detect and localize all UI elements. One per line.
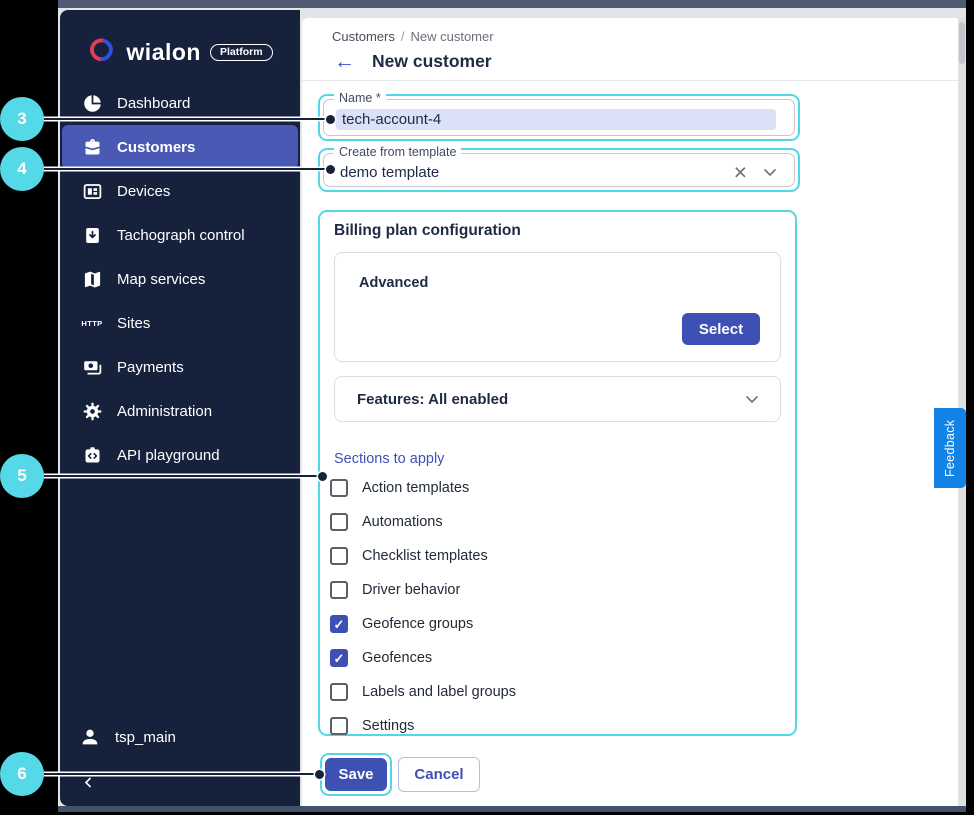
template-field-label: Create from template xyxy=(334,145,461,159)
features-label: Features: All enabled xyxy=(357,391,508,408)
http-icon: HTTP xyxy=(80,311,104,335)
features-accordion[interactable]: Features: All enabled xyxy=(334,376,781,422)
wialon-logo-icon xyxy=(87,37,117,67)
checkbox-action-templates[interactable]: ✓ Action templates xyxy=(330,471,770,505)
annotation-line-4 xyxy=(40,168,328,170)
sections-to-apply-label: Sections to apply xyxy=(334,451,444,467)
platform-badge: Platform xyxy=(210,44,273,61)
checkbox-labels-and-label-groups[interactable]: ✓ Labels and label groups xyxy=(330,675,770,709)
page-title: New customer xyxy=(372,51,492,72)
window-bottom-bar xyxy=(58,806,966,812)
dashboard-icon xyxy=(80,91,104,115)
sidebar-item-label: Payments xyxy=(117,359,184,376)
checkbox-icon: ✓ xyxy=(330,717,348,735)
annotation-marker-6: 6 xyxy=(0,752,44,796)
checkbox-automations[interactable]: ✓ Automations xyxy=(330,505,770,539)
sidebar-item-label: Tachograph control xyxy=(117,227,245,244)
checkbox-settings[interactable]: ✓ Settings xyxy=(330,709,770,743)
checkbox-icon: ✓ xyxy=(330,513,348,531)
api-code-icon xyxy=(80,443,104,467)
select-plan-button[interactable]: Select xyxy=(682,313,760,345)
tachograph-download-icon xyxy=(80,223,104,247)
sidebar-item-label: Map services xyxy=(117,271,205,288)
billing-plan-card: Advanced Select xyxy=(334,252,781,362)
template-selected-value: demo template xyxy=(340,164,734,181)
sidebar-item-label: Sites xyxy=(117,315,150,332)
annotation-marker-3: 3 xyxy=(0,97,44,141)
sidebar-item-payments[interactable]: Payments xyxy=(62,345,298,389)
sidebar-item-devices[interactable]: Devices xyxy=(62,169,298,213)
template-select-field[interactable]: Create from template demo template × xyxy=(323,153,795,187)
checkbox-checklist-templates[interactable]: ✓ Checklist templates xyxy=(330,539,770,573)
sections-checkbox-list: ✓ Action templates ✓ Automations ✓ Check… xyxy=(330,471,770,743)
map-icon xyxy=(80,267,104,291)
sidebar-item-sites[interactable]: HTTP Sites xyxy=(62,301,298,345)
checkbox-geofence-groups[interactable]: ✓ Geofence groups xyxy=(330,607,770,641)
checkbox-icon: ✓ xyxy=(330,683,348,701)
sidebar-user[interactable]: tsp_main xyxy=(78,722,176,752)
back-arrow-icon[interactable]: ← xyxy=(334,51,355,72)
name-field-label: Name * xyxy=(334,91,386,105)
checkbox-icon: ✓ xyxy=(330,581,348,599)
annotation-line-3 xyxy=(40,118,328,120)
chevron-down-icon xyxy=(742,389,762,409)
cancel-button[interactable]: Cancel xyxy=(398,757,480,792)
checkbox-icon: ✓ xyxy=(330,649,348,667)
window-top-bar xyxy=(58,0,966,8)
sidebar-item-label: Devices xyxy=(117,183,170,200)
sidebar-item-label: Dashboard xyxy=(117,95,190,112)
breadcrumb-separator: / xyxy=(401,29,405,44)
checkbox-geofences[interactable]: ✓ Geofences xyxy=(330,641,770,675)
person-icon xyxy=(78,725,102,749)
annotation-line-5 xyxy=(40,475,320,477)
annotation-marker-5: 5 xyxy=(0,454,44,498)
sidebar-item-label: Administration xyxy=(117,403,212,420)
scrollbar-thumb[interactable] xyxy=(959,22,965,64)
sidebar-item-administration[interactable]: Administration xyxy=(62,389,298,433)
checkbox-icon: ✓ xyxy=(330,615,348,633)
main-content: Customers / New customer ← New customer Na… xyxy=(302,18,958,806)
screenshot-stage: wialon Platform Dashboard Customers xyxy=(0,0,974,815)
name-input-value[interactable]: tech-account-4 xyxy=(336,109,776,130)
save-button[interactable]: Save xyxy=(325,758,387,791)
chevron-down-icon[interactable] xyxy=(760,162,780,182)
billing-plan-name: Advanced xyxy=(359,275,428,291)
username-label: tsp_main xyxy=(115,729,176,746)
devices-grid-icon xyxy=(80,179,104,203)
gear-icon xyxy=(80,399,104,423)
sidebar-item-label: API playground xyxy=(117,447,220,464)
checkbox-icon: ✓ xyxy=(330,547,348,565)
sidebar-item-customers[interactable]: Customers xyxy=(62,125,298,169)
save-annotation-frame: Save xyxy=(320,753,392,796)
breadcrumb-customers[interactable]: Customers xyxy=(332,29,395,44)
clear-icon[interactable]: × xyxy=(734,162,747,182)
feedback-tab[interactable]: Feedback xyxy=(934,408,966,488)
checkbox-icon: ✓ xyxy=(330,479,348,497)
breadcrumb: Customers / New customer xyxy=(332,29,494,44)
header-divider xyxy=(302,80,958,81)
logo-wordmark: wialon xyxy=(126,39,201,66)
sidebar-item-map-services[interactable]: Map services xyxy=(62,257,298,301)
sidebar-item-tachograph[interactable]: Tachograph control xyxy=(62,213,298,257)
sidebar-item-label: Customers xyxy=(117,139,195,156)
billing-section-annotation-frame: Billing plan configuration Advanced Sele… xyxy=(318,210,797,736)
payments-banknote-icon xyxy=(80,355,104,379)
billing-section-title: Billing plan configuration xyxy=(334,222,521,240)
chevron-left-icon xyxy=(81,775,96,790)
checkbox-driver-behavior[interactable]: ✓ Driver behavior xyxy=(330,573,770,607)
logo: wialon Platform xyxy=(60,34,300,70)
annotation-marker-4: 4 xyxy=(0,147,44,191)
template-field-annotation-frame: Create from template demo template × xyxy=(318,148,800,192)
annotation-line-6 xyxy=(40,773,317,775)
briefcase-icon xyxy=(80,135,104,159)
sidebar-nav: Dashboard Customers Devices Tachograph c… xyxy=(60,81,300,477)
sidebar-item-api-playground[interactable]: API playground xyxy=(62,433,298,477)
sidebar: wialon Platform Dashboard Customers xyxy=(60,10,300,806)
name-field[interactable]: Name * tech-account-4 xyxy=(323,99,795,136)
name-field-annotation-frame: Name * tech-account-4 xyxy=(318,94,800,141)
breadcrumb-new-customer: New customer xyxy=(410,29,493,44)
